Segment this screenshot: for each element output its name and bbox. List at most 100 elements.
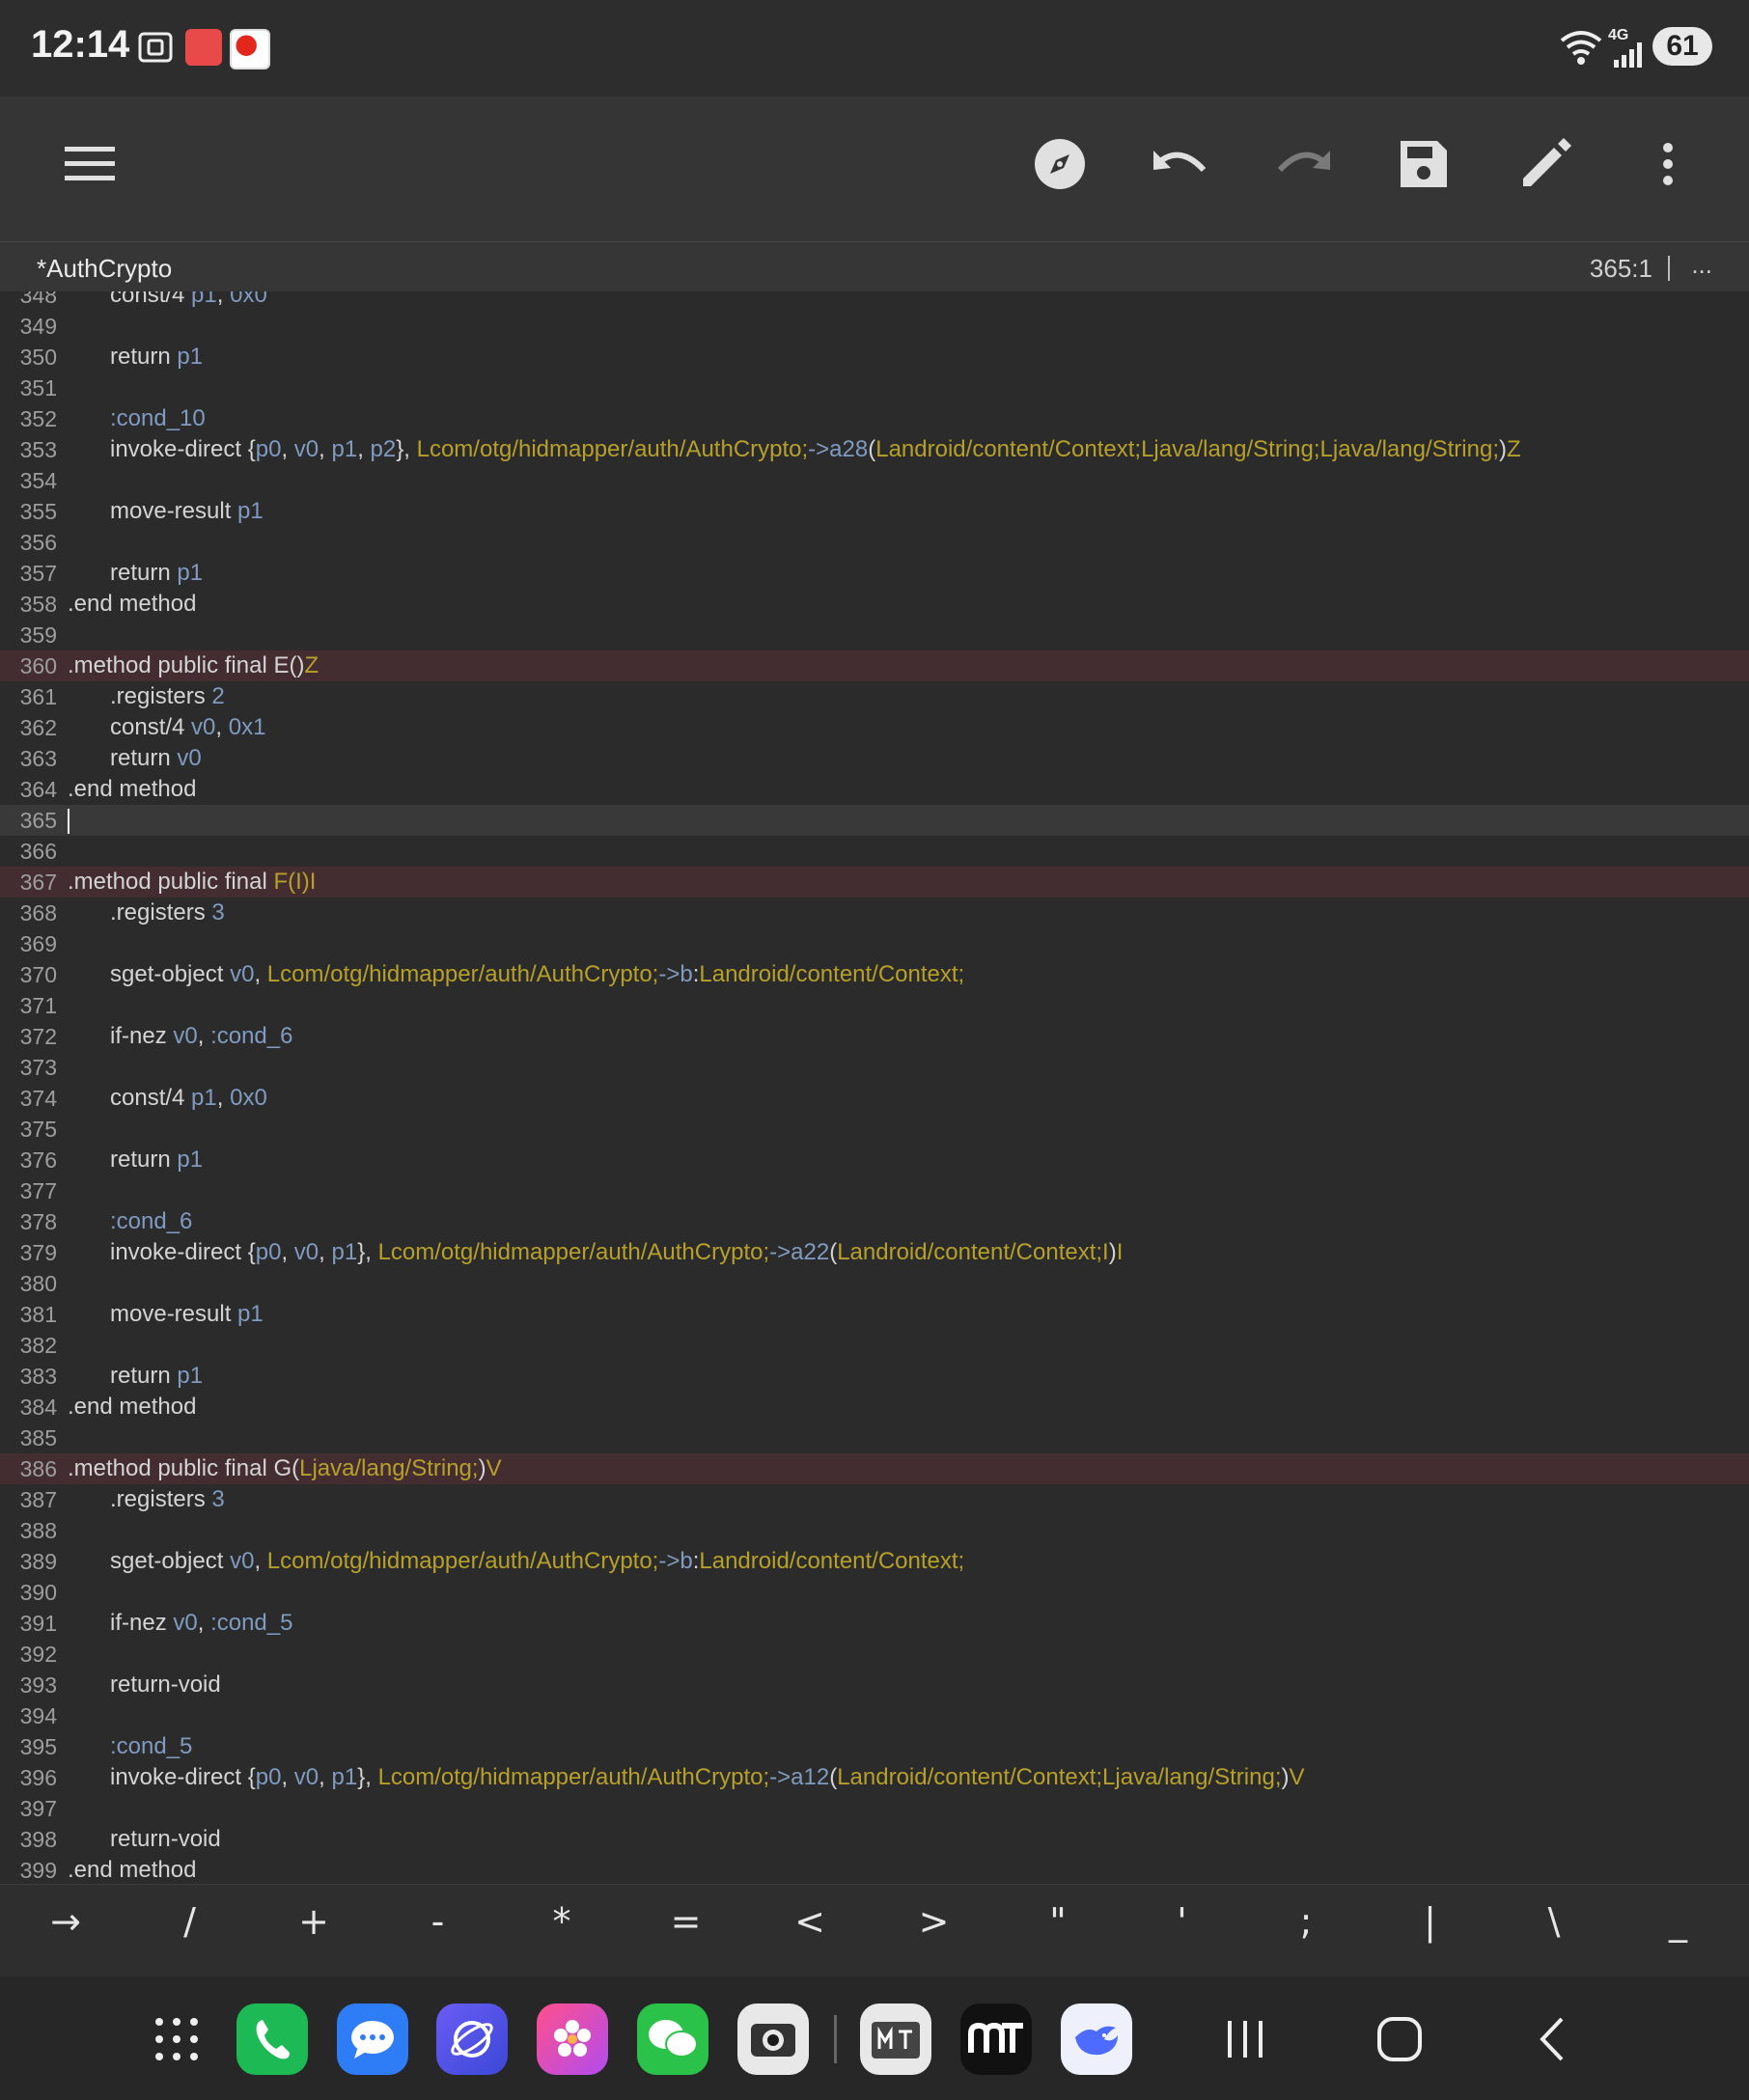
code-line[interactable]: 375 — [0, 1114, 1749, 1145]
home-button[interactable] — [1371, 2015, 1429, 2063]
code-line[interactable]: 354 — [0, 465, 1749, 496]
code-line[interactable]: 386 .method public final G(Ljava/lang/Str… — [0, 1453, 1749, 1484]
navigate-button[interactable] — [1021, 125, 1098, 203]
code-line[interactable]: 358 .end method — [0, 589, 1749, 620]
code-line[interactable]: 370 sget-object v0, Lcom/otg/hidmapper/au… — [0, 959, 1749, 990]
code-line[interactable]: 357 return p1 — [0, 558, 1749, 589]
code-token: p0 — [255, 1764, 282, 1790]
symbol-key[interactable]: + — [275, 1900, 352, 1943]
code-line[interactable]: 349 — [0, 311, 1749, 342]
line-number: 350 — [19, 345, 57, 370]
code-line[interactable]: 367 .method public final F(I)I — [0, 867, 1749, 898]
code-line[interactable]: 356 — [0, 527, 1749, 558]
code-line[interactable]: 359 — [0, 620, 1749, 650]
line-number: 382 — [19, 1333, 57, 1358]
code-line[interactable]: 369 — [0, 928, 1749, 959]
code-line[interactable]: 355 move-result p1 — [0, 496, 1749, 527]
symbol-key[interactable]: > — [896, 1900, 973, 1943]
code-line[interactable]: 365 — [0, 805, 1749, 836]
overflow-menu-button[interactable] — [1629, 125, 1707, 203]
line-number: 372 — [19, 1024, 57, 1049]
code-line[interactable]: 352:cond_10 — [0, 403, 1749, 434]
redo-button[interactable] — [1264, 125, 1342, 203]
symbol-key[interactable]: \ — [1515, 1900, 1593, 1943]
code-line[interactable]: 398 return-void — [0, 1824, 1749, 1855]
wechat-app[interactable] — [637, 2003, 708, 2075]
symbol-key[interactable]: | — [1392, 1900, 1469, 1943]
code-line[interactable]: 389 sget-object v0, Lcom/otg/hidmapper/au… — [0, 1546, 1749, 1577]
code-line[interactable]: 391 if-nez v0, :cond_5 — [0, 1608, 1749, 1639]
symbol-key[interactable]: * — [523, 1900, 600, 1943]
code-line[interactable]: 363 return v0 — [0, 743, 1749, 774]
symbol-key[interactable]: / — [152, 1900, 229, 1943]
code-line[interactable]: 364 .end method — [0, 774, 1749, 805]
phone-app[interactable] — [236, 2003, 308, 2075]
code-line[interactable]: 360 .method public final E()Z — [0, 650, 1749, 681]
symbol-key[interactable]: = — [648, 1900, 725, 1943]
code-line[interactable]: 392 — [0, 1639, 1749, 1670]
code-line[interactable]: 383 return p1 — [0, 1361, 1749, 1392]
symbol-key[interactable]: ' — [1144, 1900, 1221, 1943]
messages-app[interactable] — [337, 2003, 408, 2075]
recents-button[interactable] — [1216, 2015, 1274, 2063]
code-line[interactable]: 396 invoke-direct {p0, v0, p1}, Lcom/otg/… — [0, 1762, 1749, 1793]
symbol-key[interactable]: → — [27, 1900, 104, 1943]
code-line[interactable]: 388 — [0, 1515, 1749, 1546]
code-line[interactable]: 382 — [0, 1330, 1749, 1361]
code-line[interactable]: 385 — [0, 1423, 1749, 1453]
code-line[interactable]: 397 — [0, 1793, 1749, 1824]
mt-manager-app[interactable] — [860, 2003, 931, 2075]
apps-grid-button[interactable] — [141, 2003, 212, 2075]
camera-icon — [751, 2024, 795, 2057]
tab-more-button[interactable]: ... — [1691, 250, 1712, 280]
code-line[interactable]: 348 const/4 p1, 0x0 — [0, 291, 1749, 311]
code-token: , — [319, 1764, 332, 1790]
symbol-key[interactable]: < — [771, 1900, 848, 1943]
save-button[interactable] — [1385, 125, 1462, 203]
code-line[interactable]: 378:cond_6 — [0, 1206, 1749, 1237]
code-line[interactable]: 350 return p1 — [0, 342, 1749, 373]
code-token: invoke-direct { — [110, 1239, 256, 1265]
code-token: const/4 — [110, 291, 192, 308]
code-line[interactable]: 395:cond_5 — [0, 1731, 1749, 1762]
code-line[interactable]: 366 — [0, 836, 1749, 867]
code-line[interactable]: 361 .registers 2 — [0, 681, 1749, 712]
code-line[interactable]: 390 — [0, 1577, 1749, 1608]
code-line[interactable]: 351 — [0, 373, 1749, 403]
line-number: 359 — [19, 622, 57, 648]
symbol-key[interactable]: " — [1019, 1900, 1097, 1943]
edit-button[interactable] — [1507, 125, 1584, 203]
code-line[interactable]: 373 — [0, 1052, 1749, 1083]
code-token: invoke-direct { — [110, 1764, 256, 1790]
symbol-key[interactable]: _ — [1640, 1900, 1717, 1943]
code-editor[interactable]: 348 const/4 p1, 0x0 349 350 return p1 351 352:… — [0, 291, 1749, 1884]
code-line[interactable]: 377 — [0, 1175, 1749, 1206]
code-line[interactable]: 376 return p1 — [0, 1145, 1749, 1175]
code-line[interactable]: 381 move-result p1 — [0, 1299, 1749, 1330]
undo-button[interactable] — [1142, 125, 1219, 203]
symbol-key[interactable]: - — [400, 1900, 477, 1943]
code-token: , — [281, 1764, 294, 1790]
back-button[interactable] — [1525, 2015, 1583, 2063]
code-line[interactable]: 387 .registers 3 — [0, 1484, 1749, 1515]
code-line[interactable]: 371 — [0, 990, 1749, 1021]
deepseek-app[interactable] — [1061, 2003, 1132, 2075]
code-line[interactable]: 379 invoke-direct {p0, v0, p1}, Lcom/otg/… — [0, 1237, 1749, 1268]
mt-app[interactable] — [960, 2003, 1032, 2075]
code-line[interactable]: 374 const/4 p1, 0x0 — [0, 1083, 1749, 1114]
code-line[interactable]: 393 return-void — [0, 1670, 1749, 1700]
file-title[interactable]: *AuthCrypto — [37, 254, 172, 284]
gallery-app[interactable] — [537, 2003, 608, 2075]
menu-button[interactable] — [52, 125, 129, 203]
code-line[interactable]: 353 invoke-direct {p0, v0, p1, p2}, Lcom/… — [0, 434, 1749, 465]
browser-app[interactable] — [436, 2003, 508, 2075]
code-line[interactable]: 380 — [0, 1268, 1749, 1299]
code-line[interactable]: 394 — [0, 1700, 1749, 1731]
code-line[interactable]: 368 .registers 3 — [0, 898, 1749, 928]
code-line[interactable]: 362 const/4 v0, 0x1 — [0, 712, 1749, 743]
camera-app[interactable] — [737, 2003, 809, 2075]
code-line[interactable]: 372 if-nez v0, :cond_6 — [0, 1021, 1749, 1052]
symbol-key[interactable]: ; — [1267, 1900, 1345, 1943]
code-line[interactable]: 384 .end method — [0, 1392, 1749, 1423]
code-line[interactable]: 399 .end method — [0, 1855, 1749, 1884]
